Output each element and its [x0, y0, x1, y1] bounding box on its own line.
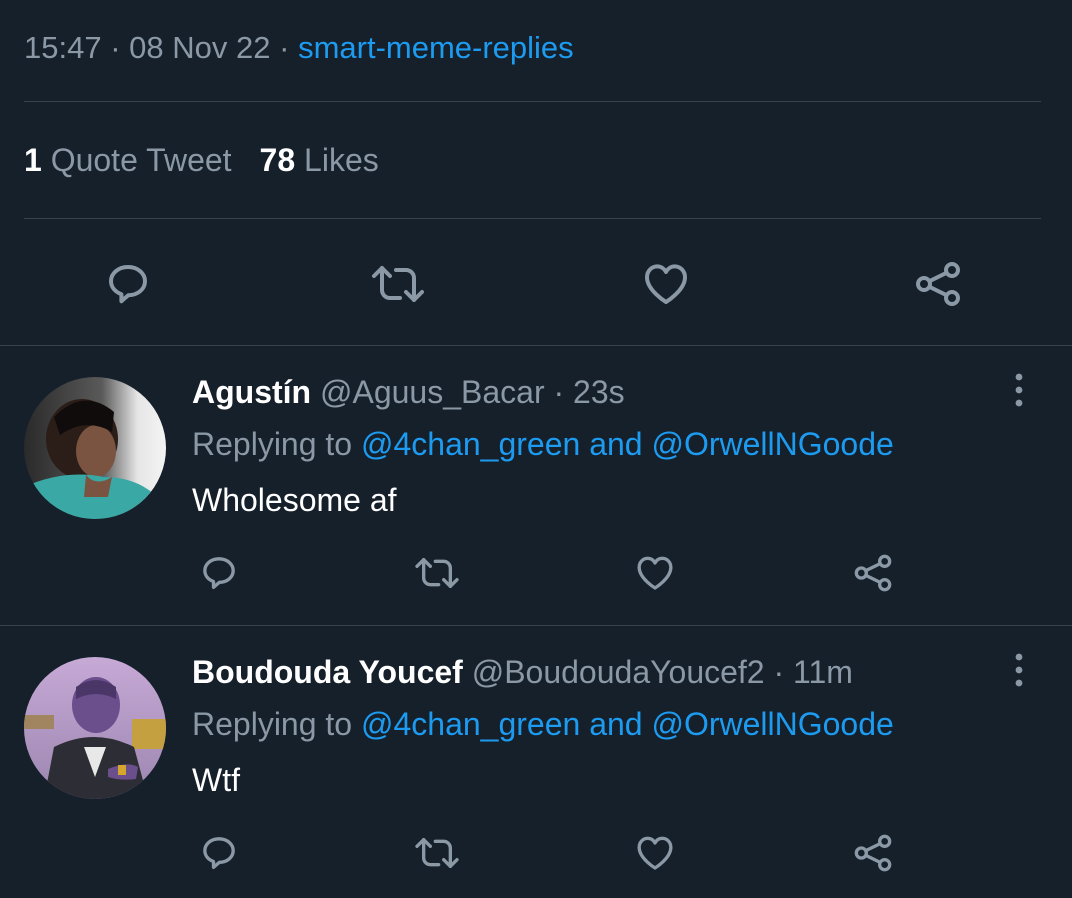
quote-count: 1: [24, 142, 42, 178]
more-options-button[interactable]: [1004, 650, 1034, 690]
mention-link[interactable]: @OrwellNGoode: [651, 426, 893, 462]
replying-to-line: Replying to @4chan_green and @OrwellNGoo…: [192, 702, 894, 746]
quote-label: Quote Tweet: [50, 142, 232, 178]
retweet-button[interactable]: [411, 550, 463, 596]
reply-icon: [203, 837, 235, 869]
reply-text: Wtf: [192, 762, 240, 798]
time-separator: ·: [553, 374, 565, 410]
reply-text: Wholesome af: [192, 482, 397, 518]
more-icon: [1015, 373, 1023, 407]
user-handle[interactable]: @BoudoudaYoucef2: [472, 654, 765, 690]
conjunction: and: [589, 426, 643, 462]
tweet-meta: 15:47 · 08 Nov 22 · smart-meme-replies: [24, 26, 574, 70]
retweet-button[interactable]: [411, 830, 463, 876]
replying-to-label: Replying to: [192, 706, 353, 742]
more-options-button[interactable]: [1004, 370, 1034, 410]
share-button[interactable]: [908, 256, 968, 312]
like-icon: [645, 264, 687, 304]
tweet-source-link[interactable]: smart-meme-replies: [298, 30, 574, 65]
share-icon: [854, 554, 892, 592]
tweet-stats: 1 Quote Tweet 78 Likes: [24, 138, 379, 182]
reply-time[interactable]: 11m: [793, 654, 853, 690]
retweet-icon: [415, 838, 459, 868]
avatar[interactable]: [24, 377, 166, 519]
avatar[interactable]: [24, 657, 166, 799]
reply-button[interactable]: [100, 256, 156, 312]
replying-to-label: Replying to: [192, 426, 353, 462]
retweet-button[interactable]: [368, 256, 428, 312]
share-button[interactable]: [850, 550, 896, 596]
like-icon: [637, 556, 673, 590]
retweet-icon: [415, 558, 459, 588]
more-icon: [1015, 653, 1023, 687]
quote-tweets-stat[interactable]: 1 Quote Tweet: [24, 142, 232, 178]
display-name[interactable]: Agustín: [192, 374, 311, 410]
divider: [24, 218, 1041, 219]
reply-header: Agustín @Aguus_Bacar · 23s: [192, 370, 625, 414]
like-button[interactable]: [638, 256, 694, 312]
replying-to-line: Replying to @4chan_green and @OrwellNGoo…: [192, 422, 894, 466]
divider: [0, 345, 1072, 346]
tweet-date: 08 Nov 22: [129, 30, 271, 65]
share-icon: [916, 262, 960, 306]
mention-link[interactable]: @4chan_green: [361, 706, 580, 742]
like-count: 78: [259, 142, 296, 178]
meta-separator: ·: [279, 30, 290, 65]
like-icon: [637, 836, 673, 870]
reply-time[interactable]: 23s: [573, 374, 625, 410]
meta-separator: ·: [110, 30, 121, 65]
tweet-time: 15:47: [24, 30, 102, 65]
avatar-image: [24, 657, 166, 799]
mention-link[interactable]: @4chan_green: [361, 426, 580, 462]
divider: [24, 101, 1041, 102]
divider: [0, 625, 1072, 626]
retweet-icon: [372, 266, 424, 302]
reply-button[interactable]: [196, 830, 242, 876]
share-button[interactable]: [850, 830, 896, 876]
mention-link[interactable]: @OrwellNGoode: [651, 706, 893, 742]
like-button[interactable]: [632, 830, 678, 876]
time-separator: ·: [773, 654, 785, 690]
like-button[interactable]: [632, 550, 678, 596]
like-label: Likes: [304, 142, 379, 178]
reply-icon: [109, 265, 147, 304]
user-handle[interactable]: @Aguus_Bacar: [320, 374, 545, 410]
display-name[interactable]: Boudouda Youcef: [192, 654, 463, 690]
reply-header: Boudouda Youcef @BoudoudaYoucef2 · 11m: [192, 650, 853, 694]
share-icon: [854, 834, 892, 872]
likes-stat[interactable]: 78 Likes: [260, 142, 379, 178]
reply-icon: [203, 557, 235, 589]
conjunction: and: [589, 706, 643, 742]
avatar-image: [24, 377, 166, 519]
reply-button[interactable]: [196, 550, 242, 596]
